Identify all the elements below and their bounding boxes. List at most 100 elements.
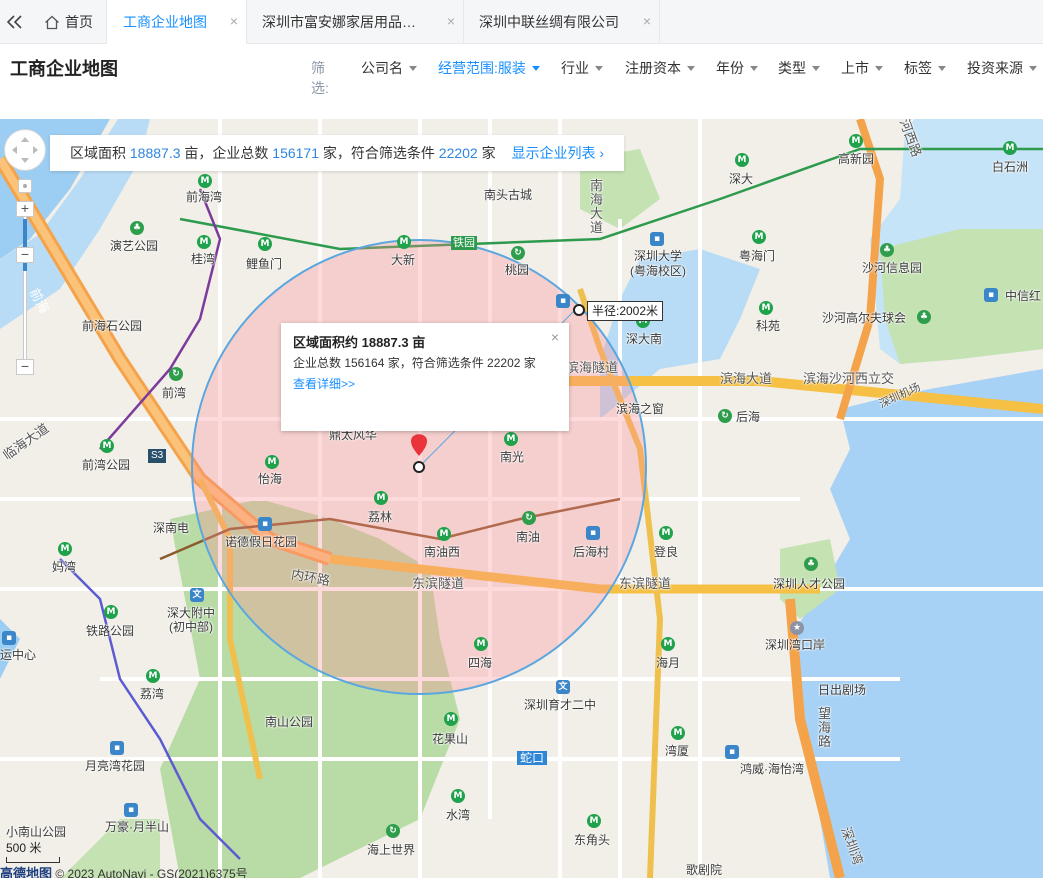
road-label: 东滨隧道 bbox=[412, 576, 465, 591]
filter-listed[interactable]: 上市 bbox=[841, 58, 883, 78]
filter-business-scope[interactable]: 经营范围:服装 bbox=[438, 58, 540, 78]
metro-icon[interactable]: M bbox=[104, 605, 118, 619]
zoom-level-fill bbox=[23, 219, 27, 271]
filter-text: 标签 bbox=[904, 60, 932, 76]
school-icon[interactable]: 文 bbox=[556, 680, 570, 694]
show-company-list-link[interactable]: 显示企业列表 › bbox=[512, 145, 605, 161]
metro-icon[interactable]: M bbox=[504, 432, 518, 446]
park-icon[interactable]: ♣ bbox=[804, 557, 818, 571]
metro-icon[interactable]: M bbox=[265, 455, 279, 469]
caret-down-icon bbox=[409, 65, 417, 71]
park-icon[interactable]: ♣ bbox=[917, 310, 931, 324]
map-label: 桃园 bbox=[505, 263, 530, 277]
metro-icon[interactable]: M bbox=[759, 301, 773, 315]
map-label: 荔湾 bbox=[140, 687, 165, 701]
school-icon[interactable]: ▪ bbox=[650, 232, 664, 246]
metro-icon[interactable]: M bbox=[374, 491, 388, 505]
metro-icon[interactable]: M bbox=[58, 542, 72, 556]
filter-registered-capital[interactable]: 注册资本 bbox=[625, 58, 695, 78]
zoom-handle[interactable]: − bbox=[16, 247, 34, 263]
road-label: 滨海隧道 bbox=[566, 360, 619, 375]
metro-icon[interactable]: M bbox=[197, 235, 211, 249]
zoom-in-button[interactable]: + bbox=[16, 201, 34, 217]
view-details-link[interactable]: 查看详细>> bbox=[293, 374, 557, 394]
metro-icon[interactable]: M bbox=[397, 235, 411, 249]
road-label: 望海路 bbox=[818, 706, 832, 749]
amap-logo[interactable]: 高德地图 bbox=[0, 866, 52, 878]
metro-icon[interactable]: M bbox=[437, 527, 451, 541]
zoom-locate-icon[interactable] bbox=[18, 179, 32, 193]
filter-tags[interactable]: 标签 bbox=[904, 58, 946, 78]
tab-close-icon[interactable]: × bbox=[643, 14, 651, 28]
metro-icon[interactable]: M bbox=[258, 237, 272, 251]
filter-company-name[interactable]: 公司名 bbox=[361, 58, 417, 78]
map-label: 沙河信息园 bbox=[862, 261, 923, 275]
popup-close-icon[interactable]: × bbox=[551, 329, 559, 345]
caret-down-icon bbox=[812, 65, 820, 71]
tab-company-zhonglian[interactable]: 深圳中联丝绸有限公司 × bbox=[464, 0, 660, 44]
filter-text: 上市 bbox=[841, 60, 869, 76]
metro-icon[interactable]: M bbox=[1003, 141, 1017, 155]
metro-icon[interactable]: M bbox=[671, 726, 685, 740]
metro-icon[interactable]: M bbox=[474, 637, 488, 651]
building-icon[interactable]: ▪ bbox=[124, 803, 138, 817]
metro-icon[interactable]: M bbox=[100, 439, 114, 453]
map-pan-control[interactable] bbox=[4, 129, 46, 171]
map-label: 大新 bbox=[391, 253, 416, 267]
map-canvas[interactable]: 前海湾 桂湾 鲤鱼门 大新 桃园 前湾 前湾公园 怡海 荔林 南油西 南油 南光… bbox=[0, 119, 1043, 878]
tab-close-icon[interactable]: × bbox=[230, 14, 238, 28]
park-icon[interactable]: ♣ bbox=[130, 221, 144, 235]
building-icon[interactable]: ▪ bbox=[556, 294, 570, 308]
tab-bar: 首页 工商企业地图 × 深圳市富安娜家居用品股份有限公司 × 深圳中联丝绸有限公… bbox=[0, 0, 1043, 44]
map-label: 桂湾 bbox=[191, 252, 216, 266]
park-icon[interactable]: ♣ bbox=[880, 243, 894, 257]
filter-industry[interactable]: 行业 bbox=[561, 58, 603, 78]
building-icon[interactable]: ▪ bbox=[586, 526, 600, 540]
map-label: 花果山 bbox=[432, 732, 469, 746]
map-label: 深大附中 (初中部) bbox=[167, 606, 216, 634]
map-label: 小南山公园 bbox=[6, 825, 67, 839]
map-label: 深圳人才公园 bbox=[773, 577, 846, 591]
transit-icon[interactable]: ↻ bbox=[511, 246, 525, 260]
metro-icon[interactable]: M bbox=[661, 637, 675, 651]
tab-company-fuanna[interactable]: 深圳市富安娜家居用品股份有限公司 × bbox=[247, 0, 464, 44]
filter-year[interactable]: 年份 bbox=[716, 58, 758, 78]
tab-label: 深圳市富安娜家居用品股份有限公司 bbox=[262, 14, 422, 30]
tab-enterprise-map[interactable]: 工商企业地图 × bbox=[107, 0, 247, 44]
map-label: 中信红 bbox=[1005, 289, 1042, 303]
metro-icon[interactable]: M bbox=[146, 669, 160, 683]
tab-home[interactable]: 首页 bbox=[30, 0, 107, 44]
metro-icon[interactable]: M bbox=[735, 153, 749, 167]
collapse-sidebar-button[interactable] bbox=[0, 0, 30, 44]
building-icon[interactable]: ▪ bbox=[725, 745, 739, 759]
tab-close-icon[interactable]: × bbox=[447, 14, 455, 28]
radius-handle[interactable] bbox=[573, 304, 585, 316]
metro-icon[interactable]: M bbox=[849, 134, 863, 148]
map-label: 运中心 bbox=[0, 648, 37, 662]
filter-type[interactable]: 类型 bbox=[778, 58, 820, 78]
building-icon[interactable]: ▪ bbox=[984, 288, 998, 302]
tab-label: 深圳中联丝绸有限公司 bbox=[479, 14, 619, 30]
metro-icon[interactable]: M bbox=[659, 526, 673, 540]
school-icon[interactable]: 文 bbox=[190, 588, 204, 602]
building-icon[interactable]: ▪ bbox=[258, 517, 272, 531]
transit-icon[interactable]: ↻ bbox=[386, 824, 400, 838]
filter-text: 行业 bbox=[561, 60, 589, 76]
zoom-out-button[interactable]: − bbox=[16, 359, 34, 375]
transit-icon[interactable]: ↻ bbox=[718, 409, 732, 423]
map-label: 滨海之窗 bbox=[616, 402, 665, 416]
checkpoint-icon[interactable]: ★ bbox=[790, 621, 804, 635]
filter-investment-source[interactable]: 投资来源 bbox=[967, 58, 1037, 78]
metro-icon[interactable]: M bbox=[198, 174, 212, 188]
caret-down-icon bbox=[531, 65, 540, 71]
metro-icon[interactable]: M bbox=[444, 712, 458, 726]
metro-icon[interactable]: M bbox=[451, 789, 465, 803]
building-icon[interactable]: ▪ bbox=[110, 741, 124, 755]
metro-icon[interactable]: M bbox=[752, 230, 766, 244]
metro-icon[interactable]: M bbox=[587, 814, 601, 828]
building-icon[interactable]: ▪ bbox=[2, 631, 16, 645]
transit-icon[interactable]: ↻ bbox=[169, 367, 183, 381]
transit-icon[interactable]: ↻ bbox=[522, 511, 536, 525]
map-label: 高新园 bbox=[838, 152, 875, 166]
map-label: 深圳湾口岸 bbox=[765, 638, 826, 652]
